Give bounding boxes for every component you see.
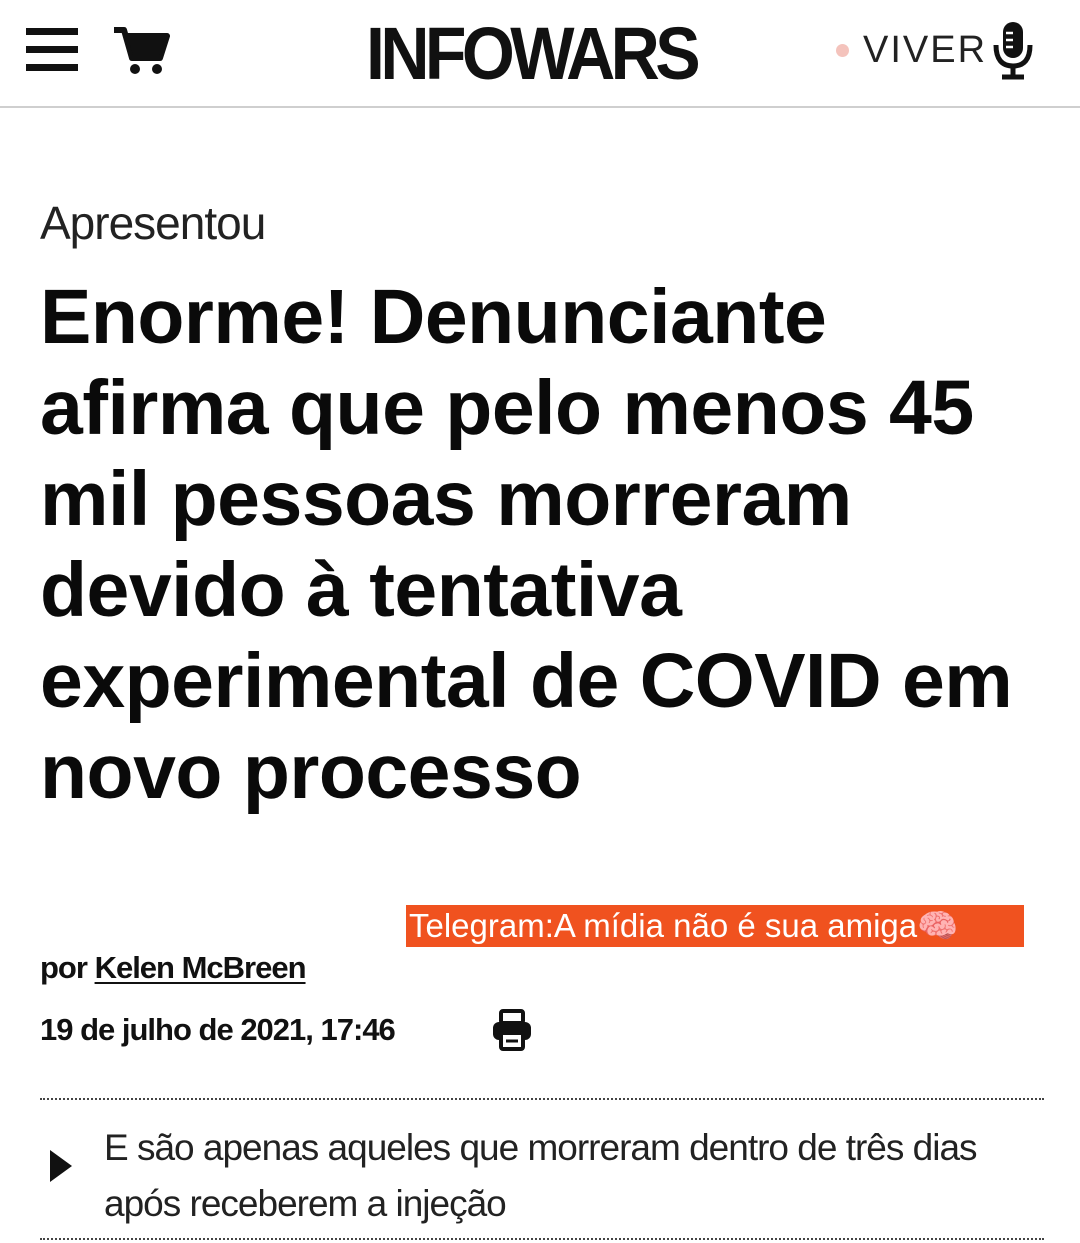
- live-label: VIVER: [863, 28, 988, 71]
- byline-prefix: por: [40, 950, 88, 985]
- site-header: INFOWARS VIVER: [0, 0, 1080, 108]
- live-button[interactable]: VIVER: [836, 22, 1035, 80]
- telegram-overlay-banner: Telegram:A mídia não é sua amiga🧠: [406, 905, 1024, 947]
- print-icon[interactable]: [490, 1008, 534, 1052]
- site-logo[interactable]: INFOWARS: [366, 12, 701, 96]
- article-headline: Enorme! Denunciante afirma que pelo meno…: [40, 274, 1013, 815]
- live-dot-icon: [836, 43, 849, 57]
- article-category[interactable]: Apresentou: [40, 196, 266, 250]
- cart-icon[interactable]: [112, 24, 170, 76]
- microphone-icon: [993, 22, 1033, 80]
- article-subheadline: E são apenas aqueles que morreram dentro…: [104, 1127, 978, 1224]
- byline: por Kelen McBreen: [40, 950, 307, 986]
- divider-bottom: [40, 1238, 1044, 1240]
- menu-icon[interactable]: [26, 28, 80, 72]
- author-link[interactable]: Kelen McBreen: [95, 950, 307, 985]
- play-bullet-icon: [50, 1150, 72, 1182]
- publish-date: 19 de julho de 2021, 17:46: [40, 1012, 396, 1047]
- divider-top: [40, 1098, 1044, 1100]
